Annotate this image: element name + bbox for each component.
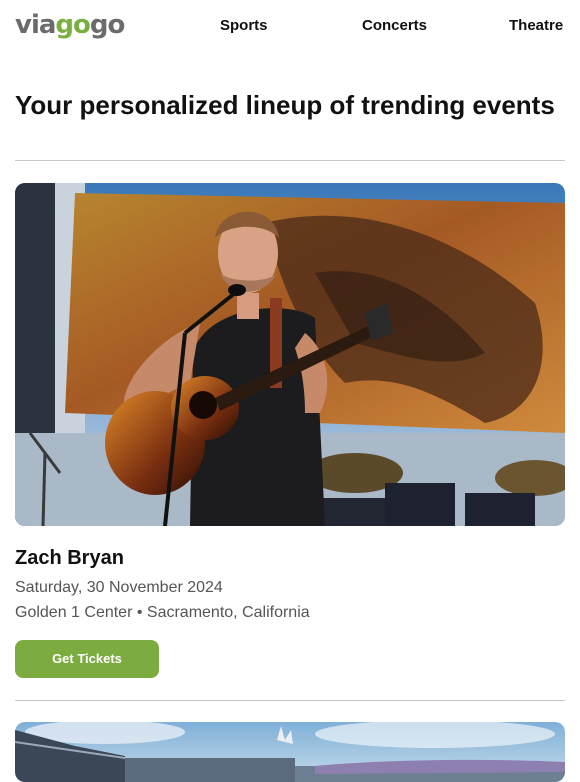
- section-divider: [15, 700, 565, 701]
- page-headline: Your personalized lineup of trending eve…: [15, 90, 555, 120]
- get-tickets-button[interactable]: Get Tickets: [15, 640, 159, 678]
- event-venue: Golden 1 Center • Sacramento, California: [15, 604, 310, 621]
- section-divider: [15, 160, 565, 161]
- site-header: viagogo Sports Concerts Theatre: [0, 0, 580, 52]
- nav-link-sports[interactable]: Sports: [220, 17, 268, 35]
- event-date: Saturday, 30 November 2024: [15, 579, 223, 596]
- nav-link-theatre[interactable]: Theatre: [509, 17, 563, 35]
- event-image-stadium[interactable]: [15, 722, 565, 782]
- nav-link-concerts[interactable]: Concerts: [362, 17, 427, 35]
- logo-part-go-2: go: [89, 10, 125, 40]
- logo-part-via: via: [15, 10, 56, 40]
- event-title[interactable]: Zach Bryan: [15, 545, 124, 571]
- event-image-zach-bryan[interactable]: [15, 183, 565, 526]
- logo-part-go: go: [55, 10, 90, 40]
- viagogo-logo[interactable]: viagogo: [15, 8, 125, 42]
